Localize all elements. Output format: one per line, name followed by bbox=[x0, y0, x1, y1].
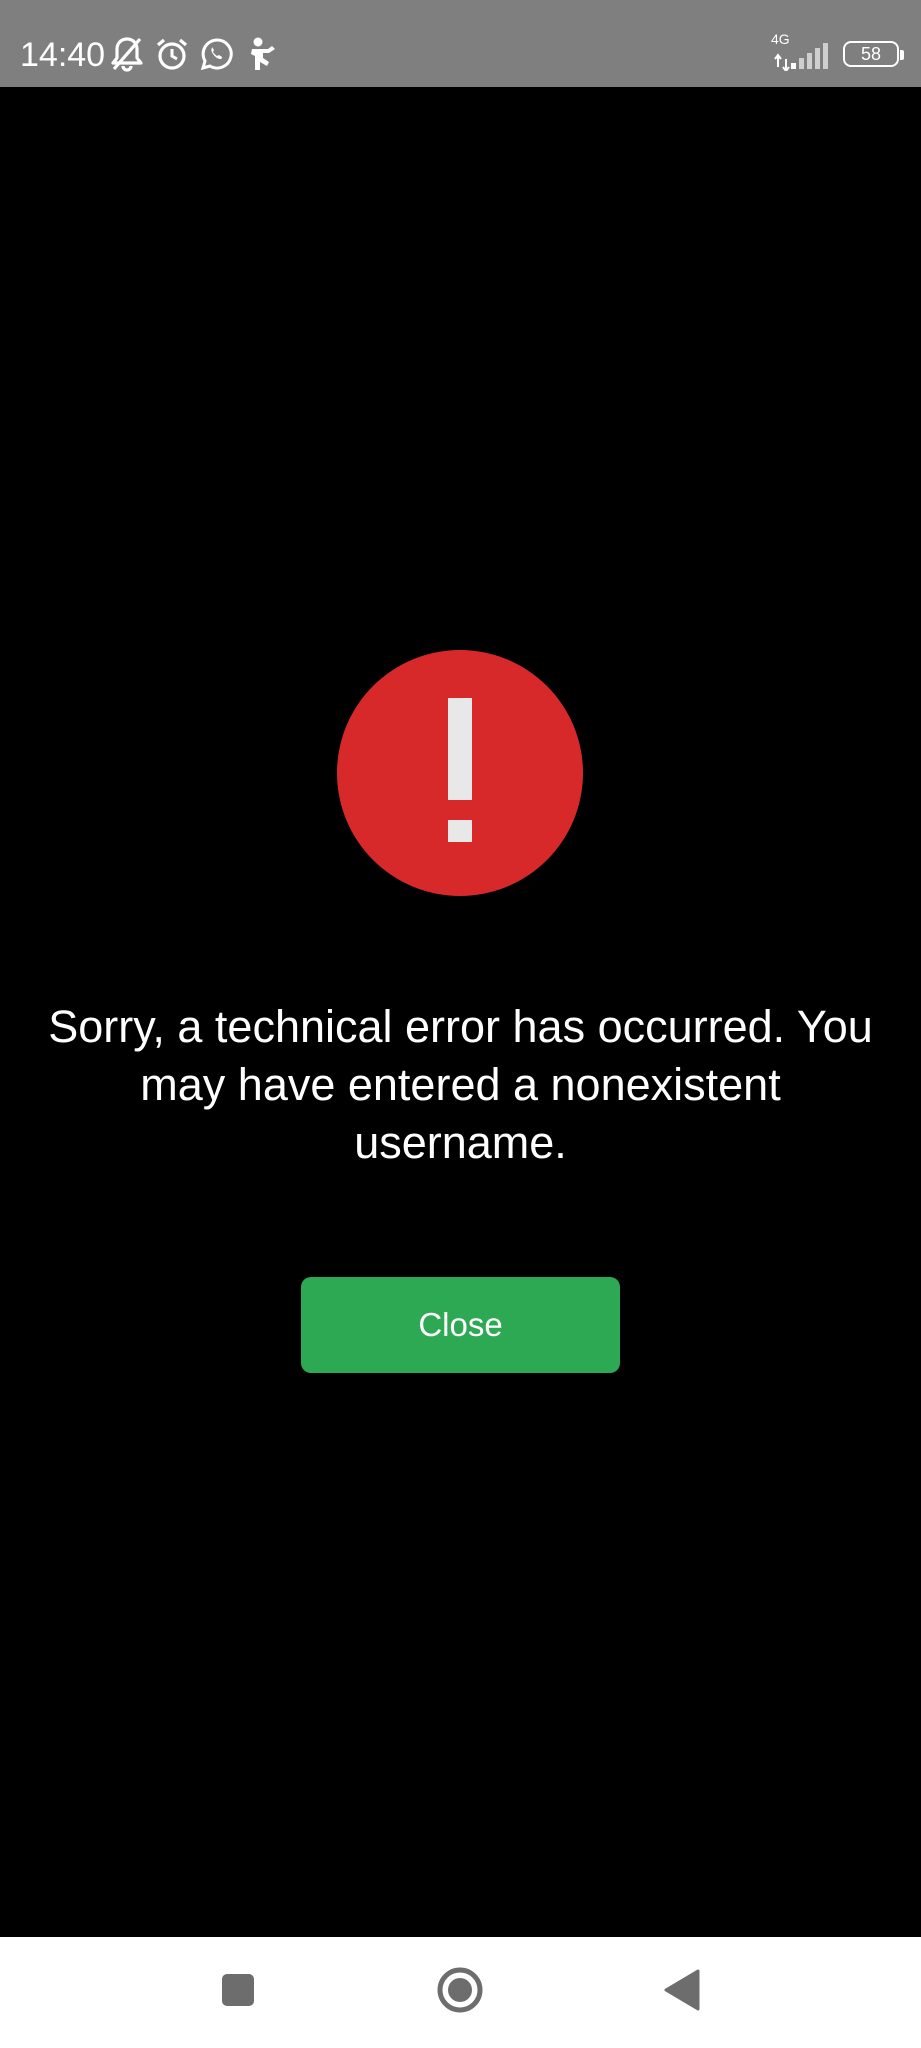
exclamation-dot bbox=[448, 820, 472, 842]
bell-off-icon bbox=[110, 35, 144, 73]
alarm-icon bbox=[154, 36, 190, 72]
error-message: Sorry, a technical error has occurred. Y… bbox=[48, 1001, 873, 1168]
close-button[interactable]: Close bbox=[301, 1277, 620, 1373]
navigation-bar bbox=[0, 1937, 921, 2048]
back-button[interactable] bbox=[622, 1937, 742, 2048]
status-icons-left bbox=[110, 34, 278, 74]
error-exclamation-icon bbox=[337, 650, 583, 896]
signal-icon: 4G bbox=[771, 31, 831, 71]
whatsapp-icon bbox=[200, 37, 234, 71]
status-time: 14:40 bbox=[20, 36, 106, 74]
status-icons-right: 4G 58 bbox=[771, 31, 904, 74]
network-type-label: 4G bbox=[771, 31, 790, 47]
battery-level: 58 bbox=[860, 43, 882, 64]
home-button[interactable] bbox=[400, 1937, 520, 2048]
recents-button[interactable] bbox=[178, 1937, 298, 2048]
battery-icon: 58 bbox=[843, 41, 904, 67]
home-icon bbox=[435, 1965, 485, 2020]
battery-tip bbox=[900, 50, 904, 60]
status-bar: 14:40 4G 58 bbox=[0, 0, 921, 87]
recents-icon bbox=[220, 1972, 256, 2013]
accessibility-icon bbox=[244, 36, 278, 72]
app-screen: 14:40 4G 58 Sorry, a technical error has… bbox=[0, 0, 921, 2048]
back-icon bbox=[662, 1968, 702, 2017]
exclamation-bar bbox=[448, 698, 472, 800]
